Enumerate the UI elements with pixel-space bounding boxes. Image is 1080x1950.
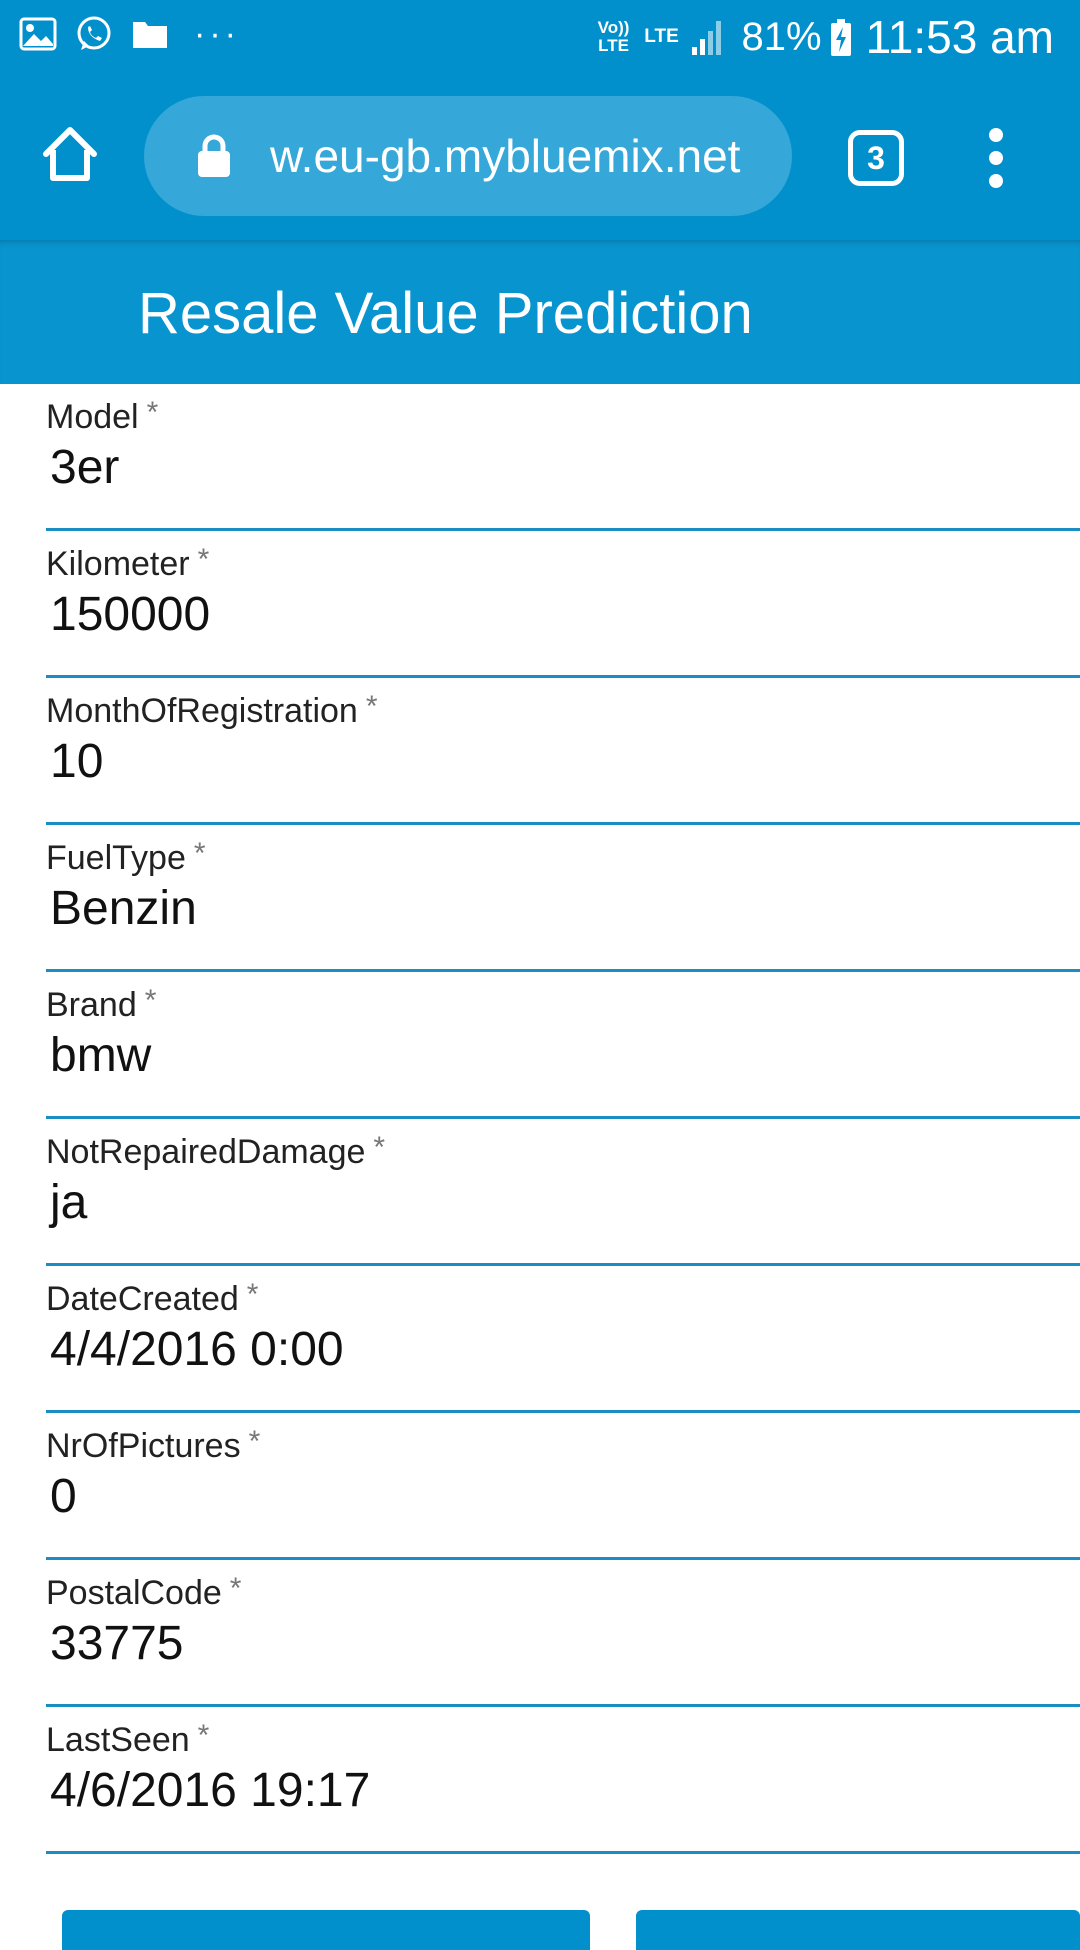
required-marker: * [197, 1719, 210, 1752]
primary-action-button[interactable] [62, 1910, 590, 1950]
field-label: LastSeen * [46, 1719, 210, 1759]
required-marker: * [246, 1278, 259, 1311]
postal-code-input[interactable]: 33775 [50, 1616, 1050, 1671]
brand-input[interactable]: bmw [50, 1028, 1050, 1083]
secondary-action-button[interactable] [636, 1910, 1080, 1950]
app-header: Resale Value Prediction [0, 240, 1080, 384]
status-bar: ··· Vo)) LTE LTE 81% 11:53 am [0, 0, 1080, 72]
field-label: NrOfPictures * [46, 1425, 261, 1465]
required-marker: * [197, 543, 210, 576]
not-repaired-damage-input[interactable]: ja [50, 1175, 1050, 1230]
field-label: FuelType * [46, 837, 206, 877]
whatsapp-icon [77, 16, 111, 50]
field-label: MonthOfRegistration * [46, 690, 378, 730]
lock-icon [198, 134, 230, 177]
required-marker: * [365, 690, 378, 723]
notification-icons: ··· [18, 14, 240, 54]
nr-of-pictures-field[interactable]: NrOfPictures * 0 [46, 1413, 1080, 1560]
last-seen-input[interactable]: 4/6/2016 19:17 [50, 1763, 1050, 1818]
postal-code-field[interactable]: PostalCode * 33775 [46, 1560, 1080, 1707]
date-created-field[interactable]: DateCreated * 4/4/2016 0:00 [46, 1266, 1080, 1413]
battery-charging-icon [830, 19, 851, 56]
lte-indicator: LTE [644, 26, 679, 47]
required-marker: * [373, 1131, 386, 1164]
home-icon[interactable] [38, 122, 102, 186]
fuel-type-field[interactable]: FuelType * Benzin [46, 825, 1080, 972]
volte-indicator: Vo)) LTE [597, 18, 630, 55]
field-label: DateCreated * [46, 1278, 259, 1318]
required-marker: * [248, 1425, 261, 1458]
field-label: Kilometer * [46, 543, 210, 583]
nr-of-pictures-input[interactable]: 0 [50, 1469, 1050, 1524]
field-label: PostalCode * [46, 1572, 242, 1612]
image-icon [19, 17, 57, 51]
battery-percent: 81% [741, 14, 822, 59]
url-text[interactable]: w.eu-gb.mybluemix.net [270, 129, 740, 183]
required-marker: * [193, 837, 206, 870]
brand-field[interactable]: Brand * bmw [46, 972, 1080, 1119]
required-marker: * [229, 1572, 242, 1605]
system-status: Vo)) LTE LTE 81% 11:53 am [594, 10, 1054, 64]
browser-toolbar: w.eu-gb.mybluemix.net 3 [0, 72, 1080, 240]
field-label: Model * [46, 396, 159, 436]
signal-icon [691, 21, 721, 55]
tab-switcher-button[interactable]: 3 [848, 130, 904, 186]
kilometer-field[interactable]: Kilometer * 150000 [46, 531, 1080, 678]
model-field[interactable]: Model * 3er [46, 384, 1080, 531]
overflow-menu-icon[interactable] [978, 128, 1014, 188]
required-marker: * [144, 984, 157, 1017]
month-of-registration-field[interactable]: MonthOfRegistration * 10 [46, 678, 1080, 825]
last-seen-field[interactable]: LastSeen * 4/6/2016 19:17 [46, 1707, 1080, 1854]
fuel-type-input[interactable]: Benzin [50, 881, 1050, 936]
folder-icon [133, 22, 167, 48]
required-marker: * [146, 396, 159, 429]
kilometer-input[interactable]: 150000 [50, 587, 1050, 642]
field-label: NotRepairedDamage * [46, 1131, 386, 1171]
more-notifications-icon: ··· [194, 15, 240, 53]
model-input[interactable]: 3er [50, 440, 1050, 495]
page-title: Resale Value Prediction [138, 281, 753, 346]
date-created-input[interactable]: 4/4/2016 0:00 [50, 1322, 1050, 1377]
not-repaired-damage-field[interactable]: NotRepairedDamage * ja [46, 1119, 1080, 1266]
clock: 11:53 am [865, 11, 1054, 63]
month-of-registration-input[interactable]: 10 [50, 734, 1050, 789]
address-bar[interactable]: w.eu-gb.mybluemix.net [144, 96, 792, 216]
field-label: Brand * [46, 984, 157, 1024]
